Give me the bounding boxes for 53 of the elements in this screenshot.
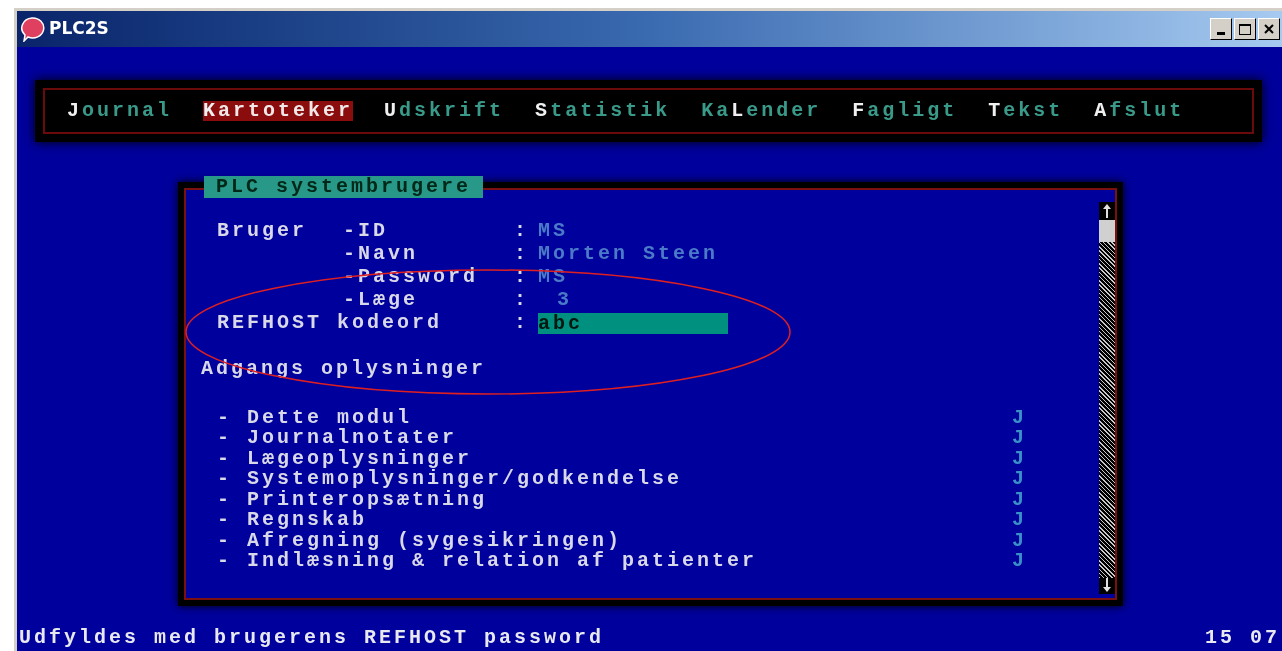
maximize-button[interactable] — [1234, 18, 1256, 40]
separator: : — [514, 267, 530, 288]
menu-item[interactable]: F agligt — [852, 100, 958, 122]
field-value: 3 — [557, 290, 572, 311]
access-label: - Journalnotater — [217, 428, 459, 449]
menu-item[interactable]: Statistik — [535, 100, 671, 122]
status-message: Udfyldes med brugerens REFHOST password — [19, 627, 605, 648]
field-value: Morten Steen — [538, 244, 719, 265]
access-value: J — [1012, 428, 1027, 449]
access-label: - Systemoplysninger/godkendelse — [217, 469, 684, 490]
access-label: - Dette modul — [217, 407, 413, 428]
access-value: J — [1012, 530, 1027, 551]
menu-item[interactable]: Afslut — [1094, 100, 1185, 122]
speech-bubble-icon — [19, 16, 45, 42]
access-label: - Indlæsning & relation af patienter — [217, 551, 759, 572]
field-label: REFHOST kodeord — [217, 313, 444, 334]
access-value: J — [1012, 407, 1027, 428]
access-value: J — [1012, 469, 1027, 490]
down-arrow-icon[interactable] — [1102, 578, 1112, 592]
menu-item[interactable]: Ka Lender — [701, 100, 822, 122]
field-label: -Password — [343, 267, 480, 288]
separator: : — [514, 221, 530, 242]
access-label: - Lægeoplysninger — [217, 448, 473, 469]
access-value: J — [1012, 510, 1027, 531]
minimize-icon — [1217, 32, 1225, 35]
dialog-title: PLC systembrugere — [204, 176, 484, 198]
separator: : — [514, 244, 530, 265]
field-label: -Navn — [343, 244, 419, 265]
minimize-button[interactable] — [1210, 18, 1232, 40]
field-label: -Læge — [343, 290, 419, 311]
separator: : — [514, 313, 530, 334]
password-field[interactable]: abc — [538, 313, 728, 334]
field-label: -ID — [343, 221, 389, 242]
window-title: PLC2S — [49, 17, 109, 41]
access-value: J — [1012, 448, 1027, 469]
maximize-icon — [1239, 23, 1251, 35]
field-label: Bruger — [217, 221, 308, 242]
status-time: 15 07 — [1205, 627, 1280, 648]
field-value: MS — [538, 221, 568, 242]
menu-item[interactable]: Kartoteker — [203, 100, 354, 122]
menu-item[interactable]: Tekst — [988, 100, 1064, 122]
menu-item[interactable]: J ournal — [67, 100, 173, 122]
up-arrow-icon[interactable] — [1102, 204, 1112, 218]
access-label: - Afregning (sygesikringen) — [217, 530, 623, 551]
access-value: J — [1012, 551, 1027, 572]
close-icon — [1264, 24, 1274, 34]
access-value: J — [1012, 489, 1027, 510]
close-button[interactable] — [1258, 18, 1280, 40]
access-label: - Printeropsætning — [217, 489, 488, 510]
separator: : — [514, 290, 530, 311]
access-label: - Regnskab — [217, 510, 368, 531]
menu-item[interactable]: U dskrift — [384, 100, 505, 122]
scroll-thumb[interactable] — [1099, 220, 1115, 242]
